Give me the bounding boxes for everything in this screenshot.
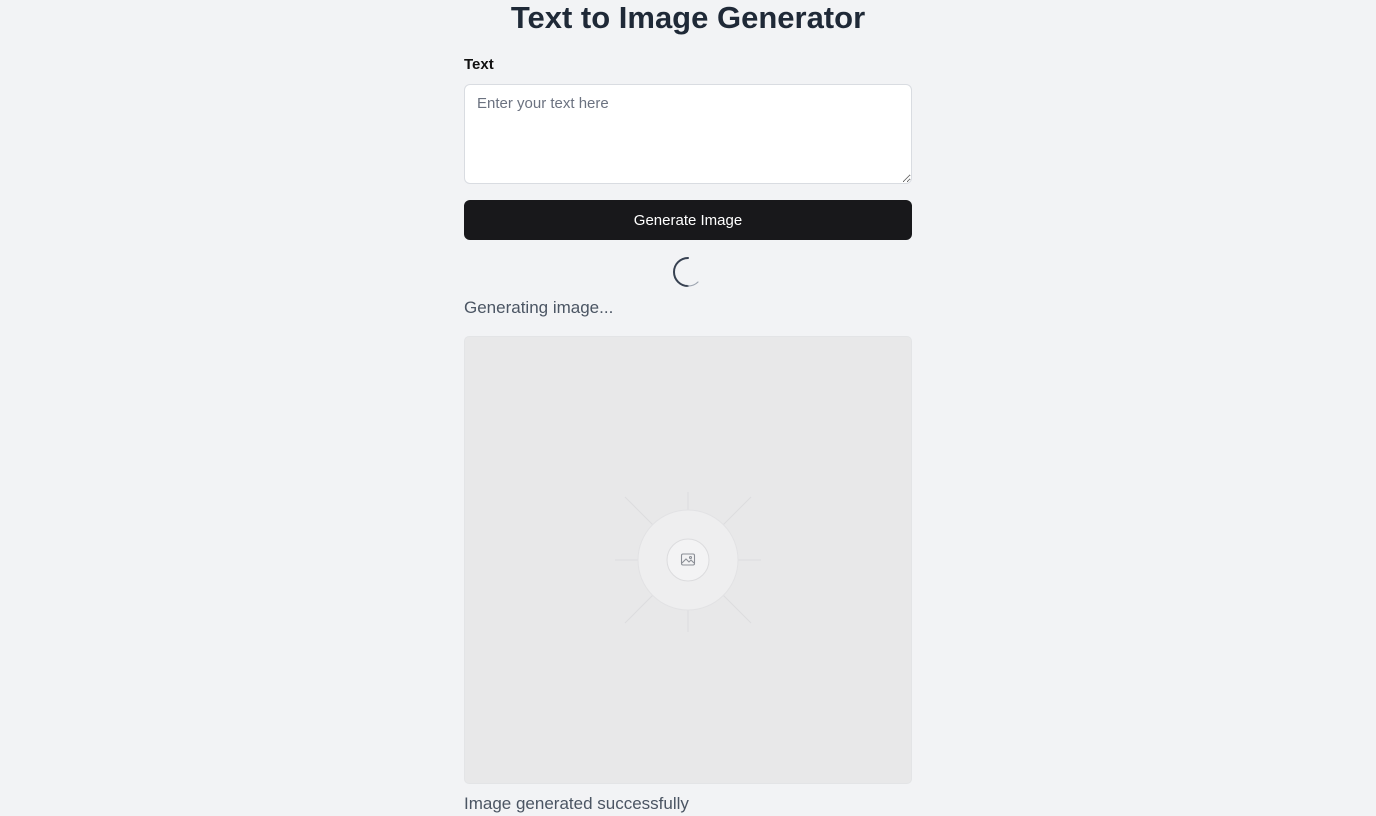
page-title: Text to Image Generator <box>510 0 866 35</box>
generated-image-placeholder <box>464 336 912 784</box>
generate-image-button[interactable]: Generate Image <box>464 200 912 240</box>
text-label: Text <box>464 56 494 73</box>
page: Text to Image Generator Text Generate Im… <box>0 0 1376 816</box>
image-placeholder-graphic <box>615 492 761 632</box>
status-text: Generating image... <box>464 298 614 317</box>
text-input[interactable] <box>464 84 912 184</box>
success-message: Image generated successfully <box>464 794 689 813</box>
loading-spinner-icon <box>673 257 699 287</box>
